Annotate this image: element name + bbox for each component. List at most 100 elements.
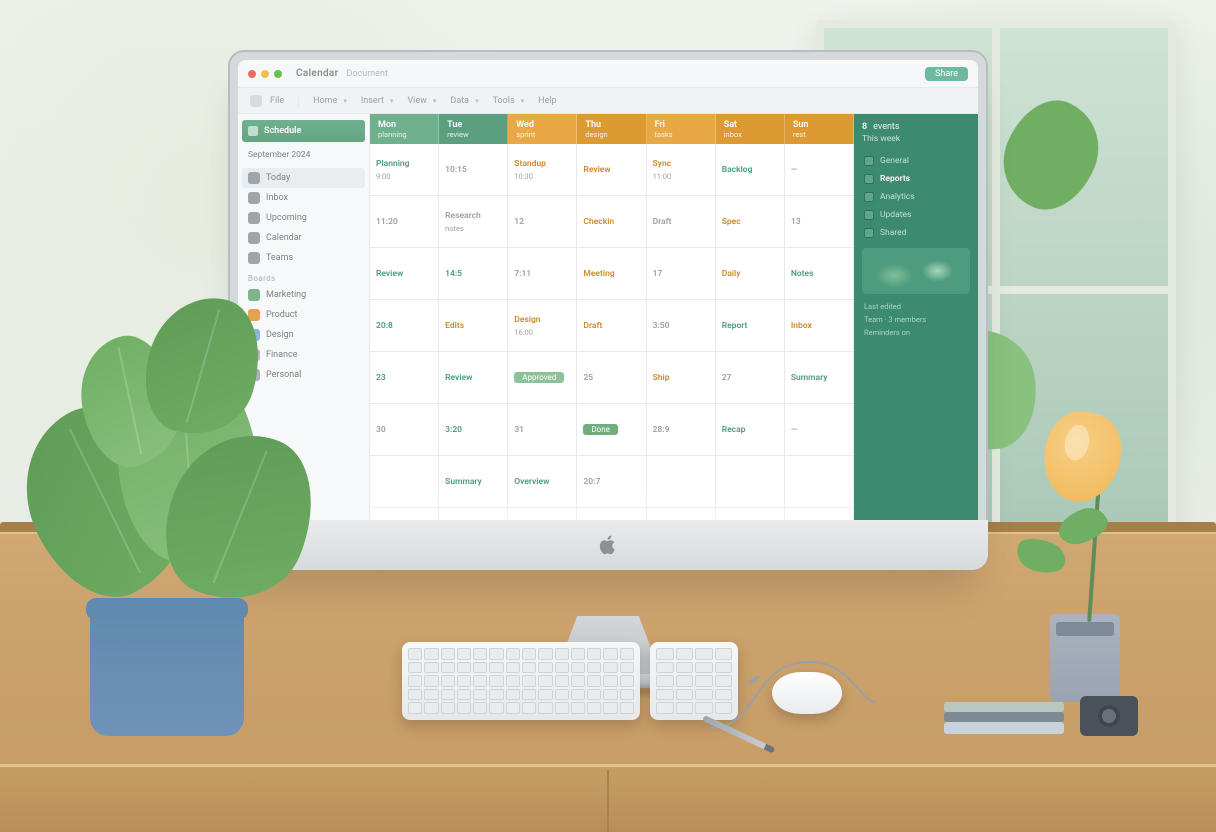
grid-cell[interactable]: Planning9:00 [370,144,439,195]
grid-cell[interactable] [716,456,785,507]
ribbon-item[interactable]: Help [538,96,556,106]
grid-cell[interactable]: 3:20 [439,404,508,455]
grid-cell[interactable]: 13 [785,196,854,247]
grid-row: 303:2031 Done 28:9Recap— [370,404,854,456]
panel-meta: Last edited [862,300,970,313]
desk-plant [30,296,300,736]
grid-cell[interactable]: 25 [577,352,646,403]
book-stack [944,700,1064,734]
grid-cell[interactable]: 17 [647,248,716,299]
grid-cell[interactable]: Summary [785,352,854,403]
ribbon-item[interactable]: Tools [493,96,525,106]
grid-cell[interactable]: 23 [370,352,439,403]
column-header[interactable]: Fritasks [647,114,716,144]
sidebar-item-teams[interactable]: Teams [242,248,365,268]
storage-box [1050,614,1120,702]
panel-item[interactable]: Shared [862,224,970,242]
menu-icon [250,95,262,107]
grid-cell[interactable]: Sync11:00 [647,144,716,195]
grid-cell[interactable]: 7:11 [508,248,577,299]
sidebar-date: September 2024 [242,148,365,162]
grid-cell[interactable] [370,456,439,507]
panel-item[interactable]: Analytics [862,188,970,206]
status-chip[interactable]: Done [583,424,617,435]
grid-cell[interactable]: Researchnotes [439,196,508,247]
right-panel: 8 events This week GeneralReportsAnalyti… [854,114,978,560]
grid-cell[interactable]: — [785,144,854,195]
sidebar-item-inbox[interactable]: Inbox [242,188,365,208]
grid-cell[interactable]: Overview [508,456,577,507]
grid-cell[interactable]: Notes [785,248,854,299]
grid-cell[interactable]: 11:20 [370,196,439,247]
panel-item[interactable]: General [862,152,970,170]
share-button[interactable]: Share [925,67,968,81]
grid-cell[interactable]: Ship [647,352,716,403]
grid-cell[interactable]: Review [370,248,439,299]
panel-item[interactable]: Reports [862,170,970,188]
grid-cell[interactable]: Meeting [577,248,646,299]
grid-cell[interactable]: 12 [508,196,577,247]
panel-item[interactable]: Updates [862,206,970,224]
grid-row: 11:20Researchnotes12CheckinDraftSpec13 [370,196,854,248]
doc-hint: Document [346,69,387,79]
grid-row: 20:8EditsDesign16:00Draft3:50ReportInbox [370,300,854,352]
grid-cell[interactable]: Spec [716,196,785,247]
grid-cell[interactable]: 27 [716,352,785,403]
column-header[interactable]: Wedsprint [508,114,577,144]
ribbon-item[interactable]: Home [313,96,347,106]
grid-cell[interactable]: — [785,404,854,455]
minimize-icon[interactable] [261,70,269,78]
grid-cell[interactable]: Daily [716,248,785,299]
grid-cell[interactable]: Draft [577,300,646,351]
monitor-chin [228,520,988,570]
workspace: Schedule September 2024 Today Inbox Upco… [238,114,978,560]
grid-cell[interactable]: Design16:00 [508,300,577,351]
grid-cell[interactable] [785,456,854,507]
column-header[interactable]: Satinbox [716,114,785,144]
grid-cell[interactable]: 31 [508,404,577,455]
grid-cell[interactable]: Summary [439,456,508,507]
sidebar-group-label: Boards [242,268,365,285]
grid-cell[interactable]: 10:15 [439,144,508,195]
window-controls[interactable] [248,70,282,78]
ribbon-item[interactable]: Data [450,96,478,106]
grid-cell[interactable]: Recap [716,404,785,455]
grid-cell[interactable]: Edits [439,300,508,351]
grid-cell[interactable]: 3:50 [647,300,716,351]
grid-cell[interactable]: 28:9 [647,404,716,455]
calendar-grid: MonplanningTuereviewWedsprintThudesignFr… [370,114,854,560]
sidebar-header[interactable]: Schedule [242,120,365,142]
status-chip[interactable]: Approved [514,372,564,383]
grid-cell[interactable]: Done [577,404,646,455]
column-header[interactable]: Sunrest [785,114,854,144]
grid-cell[interactable]: Report [716,300,785,351]
sidebar-item-today[interactable]: Today [242,168,365,188]
fullscreen-icon[interactable] [274,70,282,78]
grid-cell[interactable]: 20:7 [577,456,646,507]
ribbon-item[interactable]: File [250,95,284,107]
column-header[interactable]: Tuereview [439,114,508,144]
grid-cell[interactable]: Approved [508,352,577,403]
grid-cell[interactable] [647,456,716,507]
close-icon[interactable] [248,70,256,78]
grid-cell[interactable]: 20:8 [370,300,439,351]
grid-cell[interactable]: Checkin [577,196,646,247]
grid-cell[interactable]: Review [439,352,508,403]
today-icon [248,172,260,184]
column-header[interactable]: Thudesign [577,114,646,144]
numpad [650,642,738,720]
scene: Calendar Document Share File Home Insert… [0,0,1216,832]
grid-cell[interactable]: Inbox [785,300,854,351]
grid-cell[interactable]: 30 [370,404,439,455]
grid-cell[interactable]: Standup10:30 [508,144,577,195]
ribbon-item[interactable]: View [407,96,436,106]
grid-cell[interactable]: Draft [647,196,716,247]
grid-cell[interactable]: Backlog [716,144,785,195]
grid-cell[interactable]: 14:5 [439,248,508,299]
sidebar-item-upcoming[interactable]: Upcoming [242,208,365,228]
column-header[interactable]: Monplanning [370,114,439,144]
sidebar-item-calendar[interactable]: Calendar [242,228,365,248]
mouse [772,672,842,714]
grid-cell[interactable]: Review [577,144,646,195]
ribbon-item[interactable]: Insert [361,96,394,106]
